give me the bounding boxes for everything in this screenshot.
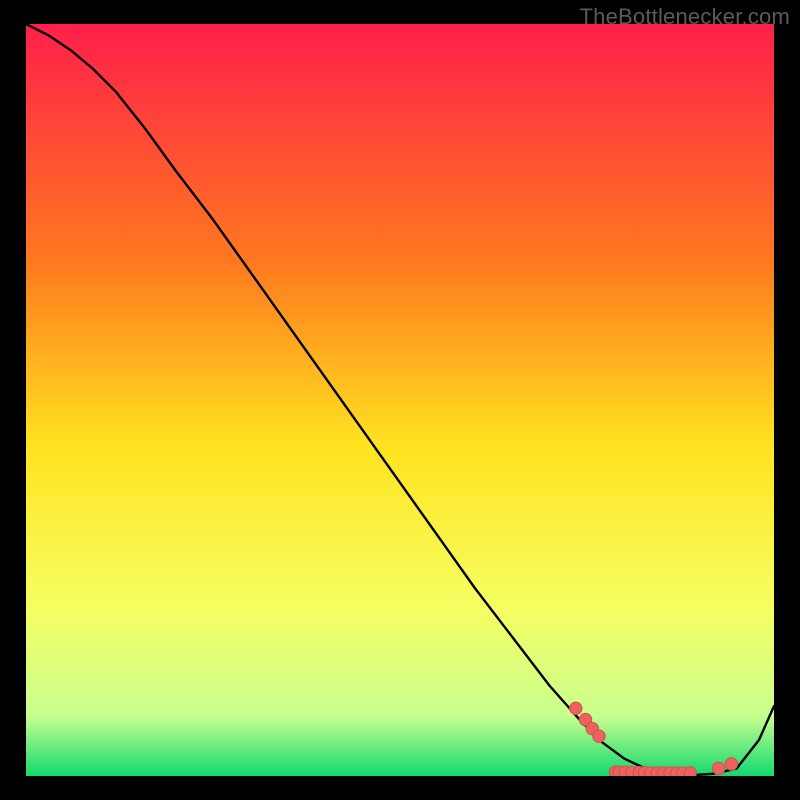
data-point xyxy=(712,762,724,774)
data-point xyxy=(593,730,605,742)
plot-area xyxy=(26,24,774,776)
gradient-background xyxy=(26,24,774,776)
data-point xyxy=(725,758,737,770)
chart-frame: TheBottlenecker.com xyxy=(0,0,800,800)
watermark-text: TheBottlenecker.com xyxy=(580,4,790,30)
data-point xyxy=(684,767,696,776)
data-point xyxy=(570,702,582,714)
chart-svg xyxy=(26,24,774,776)
